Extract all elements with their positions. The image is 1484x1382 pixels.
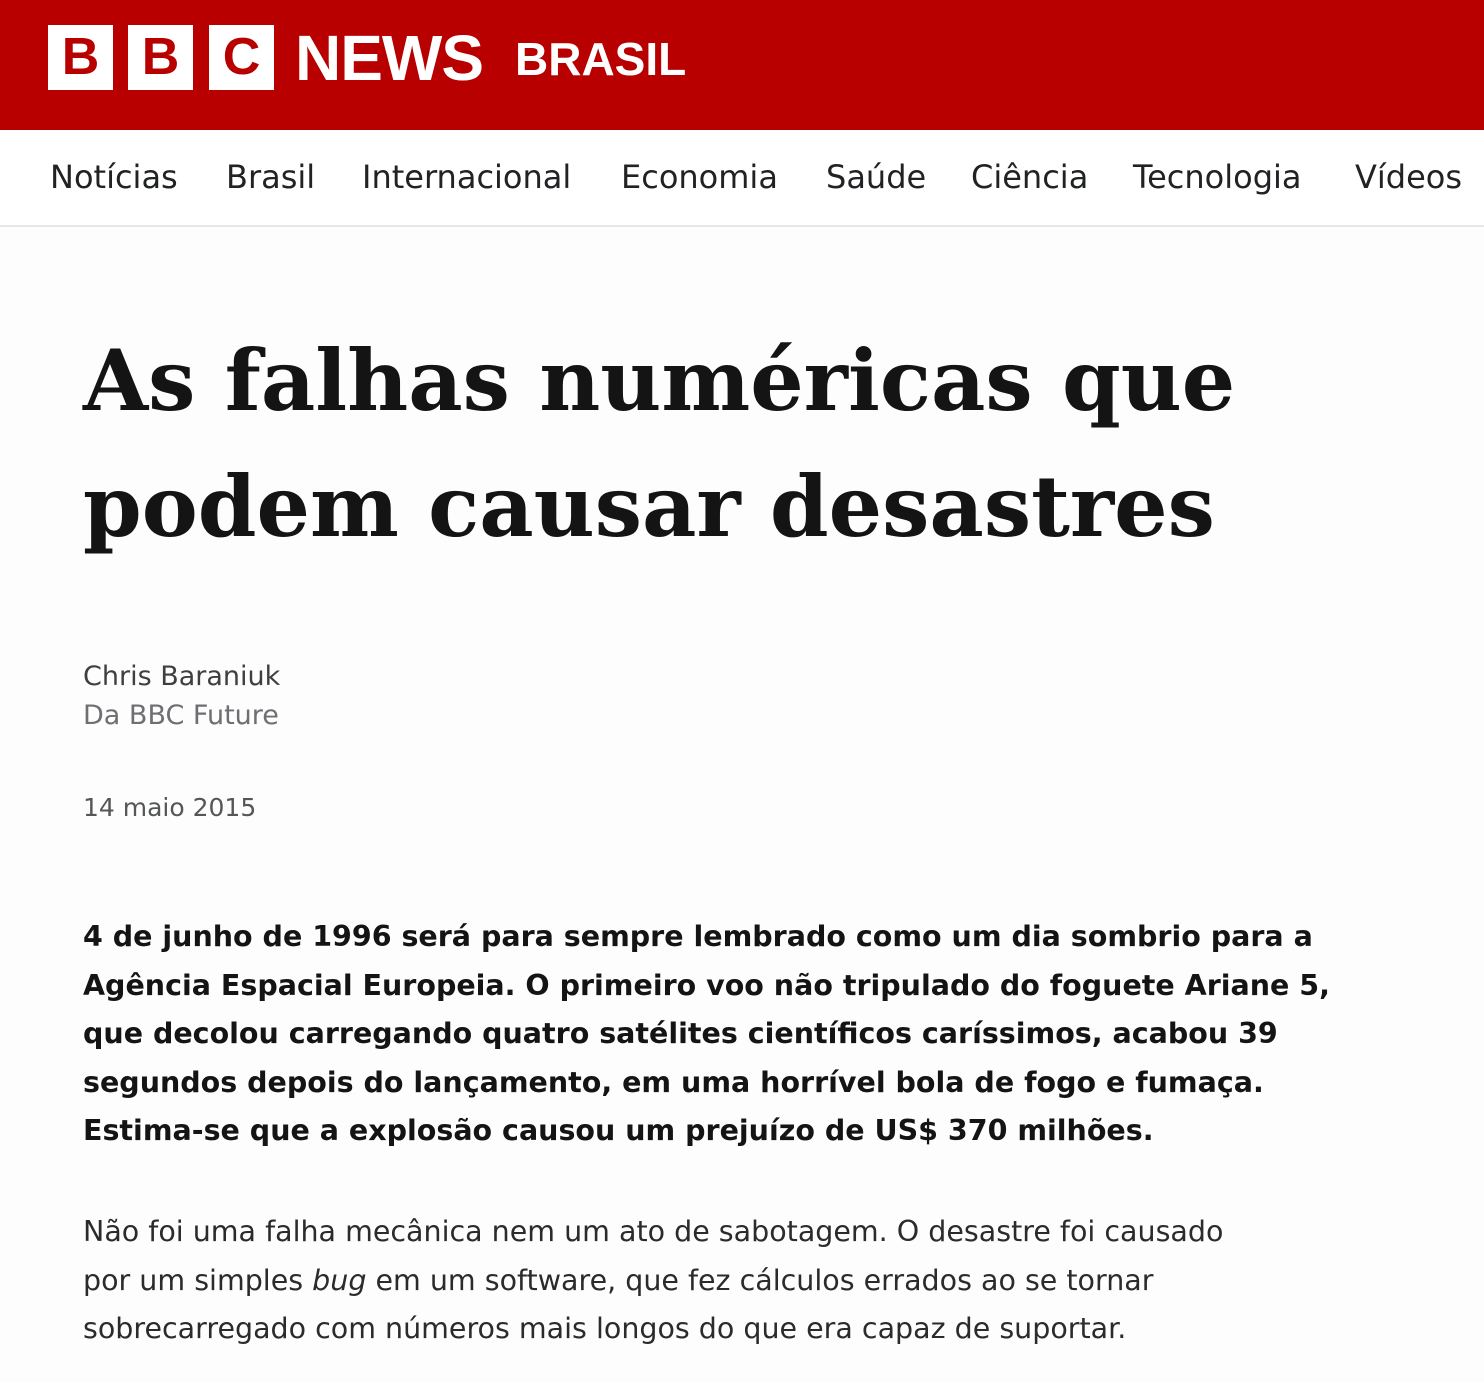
brand-news-text: NEWS bbox=[295, 22, 484, 94]
nav-item-saude[interactable]: Saúde bbox=[826, 152, 926, 202]
lead-line: segundos depois do lançamento, em uma ho… bbox=[83, 1065, 1264, 1099]
body-line-text-after: em um software, que fez cálculos errados… bbox=[366, 1263, 1154, 1297]
author-role: Da BBC Future bbox=[83, 700, 279, 731]
logo-block-b2: B bbox=[128, 25, 193, 90]
lead-line: que decolou carregando quatro satélites … bbox=[83, 1017, 1278, 1050]
nav-item-videos[interactable]: Vídeos bbox=[1355, 152, 1462, 202]
nav-item-ciencia[interactable]: Ciência bbox=[971, 152, 1088, 202]
publish-date: 14 maio 2015 bbox=[83, 793, 257, 822]
nav-item-economia[interactable]: Economia bbox=[621, 152, 778, 202]
article-body-paragraph: Não foi uma falha mecânica nem um ato de… bbox=[83, 1208, 1403, 1354]
author-name: Chris Baraniuk bbox=[83, 661, 281, 692]
body-line: Não foi uma falha mecânica nem um ato de… bbox=[83, 1215, 1224, 1248]
headline-line: As falhas numéricas que bbox=[83, 331, 1236, 430]
logo-block-b1: B bbox=[48, 25, 113, 90]
brand-service-text: BRASIL bbox=[515, 33, 687, 85]
nav-item-tecnologia[interactable]: Tecnologia bbox=[1133, 152, 1302, 202]
nav-item-brasil[interactable]: Brasil bbox=[226, 152, 315, 202]
body-line: sobrecarregado com números mais longos d… bbox=[83, 1312, 1127, 1345]
italic-term-bug: bug bbox=[312, 1263, 367, 1297]
masthead: B B C NEWS BRASIL bbox=[0, 0, 1484, 130]
article-headline: As falhas numéricas que podem causar des… bbox=[83, 318, 1403, 570]
headline-line: podem causar desastres bbox=[83, 457, 1215, 556]
body-line-text-before: por um simples bbox=[83, 1263, 313, 1297]
body-line: por um simples bug em um software, que f… bbox=[83, 1257, 1403, 1306]
logo-block-c: C bbox=[209, 25, 274, 90]
lead-line: Estima-se que a explosão causou um preju… bbox=[83, 1114, 1154, 1147]
nav-item-noticias[interactable]: Notícias bbox=[50, 152, 178, 202]
primary-navigation: Notícias Brasil Internacional Economia S… bbox=[0, 130, 1484, 227]
nav-item-internacional[interactable]: Internacional bbox=[362, 152, 571, 202]
lead-line: 4 de junho de 1996 será para sempre lemb… bbox=[83, 920, 1313, 953]
article-lead-paragraph: 4 de junho de 1996 será para sempre lemb… bbox=[83, 913, 1403, 1156]
lead-line: Agência Espacial Europeia. O primeiro vo… bbox=[83, 968, 1330, 1002]
